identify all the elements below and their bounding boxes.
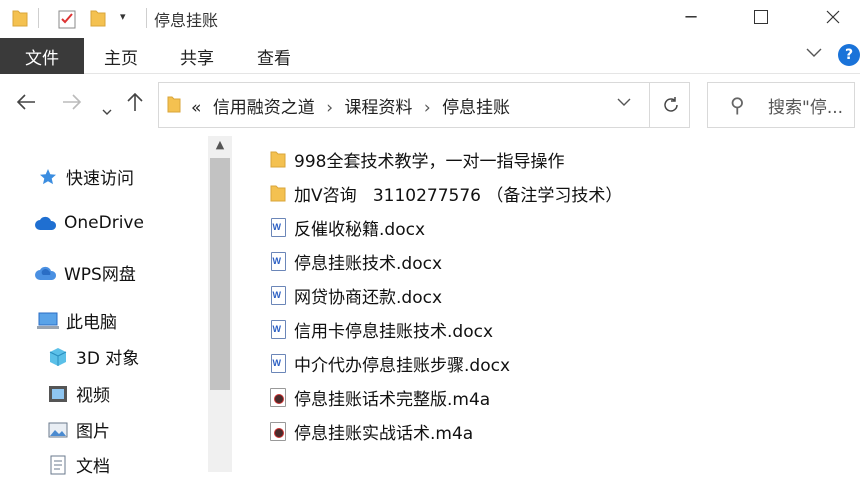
sidebar-item-documents[interactable]: 文档 (46, 452, 110, 477)
cube-3d-icon (46, 346, 70, 368)
audio-file-icon (268, 421, 288, 441)
folder-icon[interactable] (12, 9, 28, 31)
list-item-docx[interactable]: 信用卡停息挂账技术.docx (268, 314, 493, 344)
file-name: 998全套技术教学，一对一指导操作 (294, 151, 565, 172)
file-name: 中介代办停息挂账步骤.docx (294, 355, 511, 376)
recent-locations-chevron-icon[interactable] (102, 98, 112, 122)
list-item-folder[interactable]: 加V咨询 3110277576 （备注学习技术） (268, 178, 622, 208)
scrollbar-thumb[interactable] (210, 158, 230, 390)
file-name: 停息挂账实战话术.m4a (294, 423, 474, 444)
list-item-docx[interactable]: 网贷协商还款.docx (268, 280, 442, 310)
search-icon: ⚲ (730, 93, 745, 117)
tab-file[interactable]: 文件 (0, 38, 84, 74)
video-icon (46, 383, 70, 405)
audio-file-icon (268, 387, 288, 407)
picture-icon (46, 419, 70, 441)
file-name: 停息挂账技术.docx (294, 253, 443, 274)
list-item-docx[interactable]: 中介代办停息挂账步骤.docx (268, 348, 510, 378)
breadcrumb-item[interactable]: 信用融资之道 (213, 98, 315, 118)
word-document-icon (268, 285, 288, 305)
chevron-right-icon[interactable]: › (326, 98, 333, 118)
back-arrow-icon[interactable] (16, 92, 36, 116)
sidebar-scrollbar[interactable]: ▲ (208, 136, 232, 472)
expand-ribbon-chevron-icon[interactable] (806, 46, 822, 62)
divider (38, 8, 39, 28)
file-name: 信用卡停息挂账技术.docx (294, 321, 494, 342)
document-icon (46, 454, 70, 476)
breadcrumb: « 信用融资之道 › 课程资料 › 停息挂账 (191, 93, 516, 118)
tab-share[interactable]: 共享 (180, 38, 214, 74)
properties-icon[interactable] (58, 9, 76, 33)
search-placeholder: 搜索"停... (768, 98, 844, 118)
breadcrumb-overflow[interactable]: « (191, 98, 201, 118)
cloud-icon (34, 212, 58, 234)
file-name: 反催收秘籍.docx (294, 219, 426, 240)
tab-view[interactable]: 查看 (257, 38, 291, 74)
word-document-icon (268, 217, 288, 237)
tab-home[interactable]: 主页 (104, 38, 138, 74)
up-arrow-icon[interactable] (126, 92, 144, 117)
ribbon-tabs: 文件 主页 共享 查看 ? (0, 36, 860, 74)
breadcrumb-item[interactable]: 停息挂账 (442, 98, 510, 118)
address-history-chevron-icon[interactable] (617, 95, 631, 111)
customize-toolbar-chevron-icon[interactable]: ▾ (120, 10, 126, 23)
folder-icon (167, 95, 181, 117)
computer-icon (36, 310, 60, 332)
navigation-pane: 快速访问 OneDrive WPS网盘 此电脑 3D 对象 视频 图片 文档 (0, 136, 232, 477)
sidebar-item-label: 快速访问 (66, 169, 134, 189)
window-title: 停息挂账 (154, 11, 219, 30)
folder-icon (268, 183, 288, 203)
word-document-icon (268, 251, 288, 271)
list-item-docx[interactable]: 停息挂账技术.docx (268, 246, 442, 276)
file-name: 停息挂账话术完整版.m4a (294, 389, 491, 410)
chevron-right-icon[interactable]: › (424, 98, 431, 118)
sidebar-item-onedrive[interactable]: OneDrive (34, 212, 144, 234)
list-item-m4a[interactable]: 停息挂账实战话术.m4a (268, 416, 473, 446)
word-document-icon (268, 353, 288, 373)
sidebar-item-wps-cloud[interactable]: WPS网盘 (34, 260, 136, 285)
sidebar-item-label: 文档 (76, 457, 110, 477)
sidebar-item-label: WPS网盘 (64, 265, 136, 285)
scroll-up-arrow-icon[interactable]: ▲ (208, 138, 232, 158)
wps-cloud-icon (34, 262, 58, 284)
star-icon (36, 166, 60, 188)
close-button[interactable] (810, 0, 856, 34)
breadcrumb-item[interactable]: 课程资料 (344, 98, 412, 118)
word-document-icon (268, 319, 288, 339)
forward-arrow-icon[interactable] (62, 92, 82, 116)
refresh-button[interactable] (649, 83, 691, 127)
search-input[interactable]: ⚲ 搜索"停... (707, 82, 855, 128)
sidebar-item-label: 视频 (76, 386, 110, 406)
file-name: 网贷协商还款.docx (294, 287, 443, 308)
list-item-docx[interactable]: 反催收秘籍.docx (268, 212, 425, 242)
sidebar-item-label: OneDrive (64, 213, 144, 233)
new-folder-icon[interactable] (90, 9, 106, 31)
minimize-button[interactable]: ─ (668, 0, 714, 34)
sidebar-item-label: 3D 对象 (76, 349, 140, 369)
file-list: 998全套技术教学，一对一指导操作 加V咨询 3110277576 （备注学习技… (232, 136, 860, 472)
sidebar-item-3d-objects[interactable]: 3D 对象 (46, 344, 139, 369)
maximize-button[interactable] (738, 0, 784, 34)
sidebar-item-pictures[interactable]: 图片 (46, 417, 110, 442)
sidebar-item-label: 图片 (76, 422, 110, 442)
list-item-folder[interactable]: 998全套技术教学，一对一指导操作 (268, 144, 564, 174)
sidebar-item-quick-access[interactable]: 快速访问 (36, 164, 134, 189)
sidebar-item-label: 此电脑 (66, 313, 117, 333)
refresh-icon (663, 97, 678, 112)
help-icon[interactable]: ? (838, 44, 860, 66)
file-name: 加V咨询 3110277576 （备注学习技术） (294, 185, 623, 206)
title-bar: ▾ 停息挂账 ─ (0, 0, 860, 36)
address-bar[interactable]: « 信用融资之道 › 课程资料 › 停息挂账 (158, 82, 690, 128)
divider (146, 8, 147, 28)
list-item-m4a[interactable]: 停息挂账话术完整版.m4a (268, 382, 490, 412)
sidebar-item-videos[interactable]: 视频 (46, 381, 110, 406)
sidebar-item-this-pc[interactable]: 此电脑 (36, 308, 117, 333)
folder-icon (268, 149, 288, 169)
